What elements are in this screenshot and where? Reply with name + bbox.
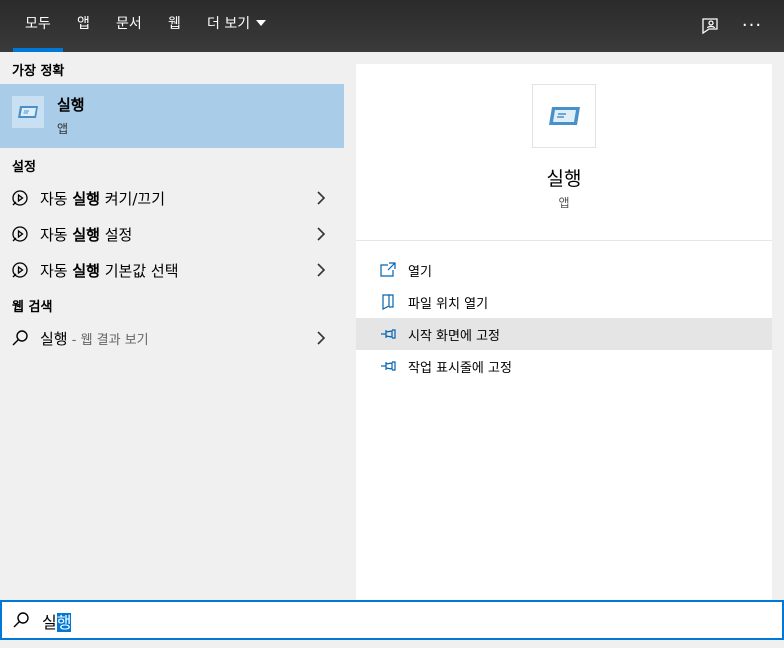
detail-pane: 실행 앱 열기 파일 위치 열기 시작 화면에 고정 작업 표시줄에 고정: [356, 64, 772, 600]
action-label: 시작 화면에 고정: [408, 329, 500, 344]
search-typed-text: 실: [42, 613, 57, 632]
tab-all[interactable]: 모두: [13, 0, 63, 52]
settings-item-autoplay-toggle[interactable]: 자동 실행 켜기/끄기: [0, 180, 344, 216]
action-open[interactable]: 열기: [356, 254, 772, 286]
run-app-icon: [12, 96, 44, 128]
search-input[interactable]: 실행: [42, 609, 72, 633]
settings-item-autoplay-settings[interactable]: 자동 실행 설정: [0, 216, 344, 252]
search-icon: [13, 612, 29, 628]
search-selected-text: 행: [56, 613, 72, 632]
pin-icon: [381, 361, 396, 371]
search-box[interactable]: 실행: [0, 600, 784, 640]
autoplay-icon: [12, 262, 28, 278]
chevron-right-icon: [317, 227, 326, 241]
tab-documents[interactable]: 문서: [116, 0, 142, 52]
feedback-icon[interactable]: [696, 12, 724, 40]
action-open-file-location[interactable]: 파일 위치 열기: [356, 286, 772, 318]
best-match-item[interactable]: 실행 앱: [0, 84, 344, 148]
settings-item-label: 자동 실행 설정: [40, 226, 133, 244]
autoplay-icon: [12, 190, 28, 206]
web-search-label: 실행 - 웹 결과 보기: [40, 330, 149, 348]
chevron-right-icon: [317, 191, 326, 205]
tab-more[interactable]: 더 보기: [207, 0, 267, 52]
action-pin-to-taskbar[interactable]: 작업 표시줄에 고정: [356, 350, 772, 382]
web-search-header: 웹 검색: [12, 300, 53, 315]
chevron-right-icon: [317, 331, 326, 345]
best-match-header: 가장 정확: [12, 64, 65, 79]
action-label: 작업 표시줄에 고정: [408, 361, 512, 376]
web-search-item[interactable]: 실행 - 웹 결과 보기: [0, 320, 344, 356]
settings-item-autoplay-defaults[interactable]: 자동 실행 기본값 선택: [0, 252, 344, 288]
chevron-right-icon: [317, 263, 326, 277]
run-app-icon: [532, 84, 596, 148]
pin-icon: [381, 329, 396, 339]
detail-app-name: 실행: [546, 168, 582, 190]
detail-app-type: 앱: [558, 196, 570, 210]
tab-web[interactable]: 웹: [168, 0, 181, 52]
settings-item-label: 자동 실행 켜기/끄기: [40, 190, 166, 208]
autoplay-icon: [12, 226, 28, 242]
open-icon: [380, 262, 396, 277]
chevron-down-icon: [256, 20, 267, 26]
file-location-icon: [382, 294, 394, 310]
search-icon: [12, 330, 28, 346]
more-options-icon[interactable]: ···: [738, 12, 766, 40]
best-match-title: 실행: [57, 96, 85, 114]
best-match-subtitle: 앱: [57, 122, 69, 136]
tab-more-label: 더 보기: [207, 16, 251, 32]
action-pin-to-start[interactable]: 시작 화면에 고정: [356, 318, 772, 350]
action-label: 열기: [408, 265, 432, 280]
top-tab-bar: 모두 앱 문서 웹 더 보기 ···: [0, 0, 784, 52]
divider: [356, 240, 772, 241]
settings-item-label: 자동 실행 기본값 선택: [40, 262, 179, 280]
tab-apps[interactable]: 앱: [77, 0, 90, 52]
results-list: 가장 정확 실행 앱 설정 자동 실행 켜기/끄기 자동 실행 설정 자동 실행…: [0, 52, 344, 600]
action-label: 파일 위치 열기: [408, 297, 489, 312]
bottom-strip: [0, 640, 784, 648]
settings-header: 설정: [12, 160, 36, 175]
